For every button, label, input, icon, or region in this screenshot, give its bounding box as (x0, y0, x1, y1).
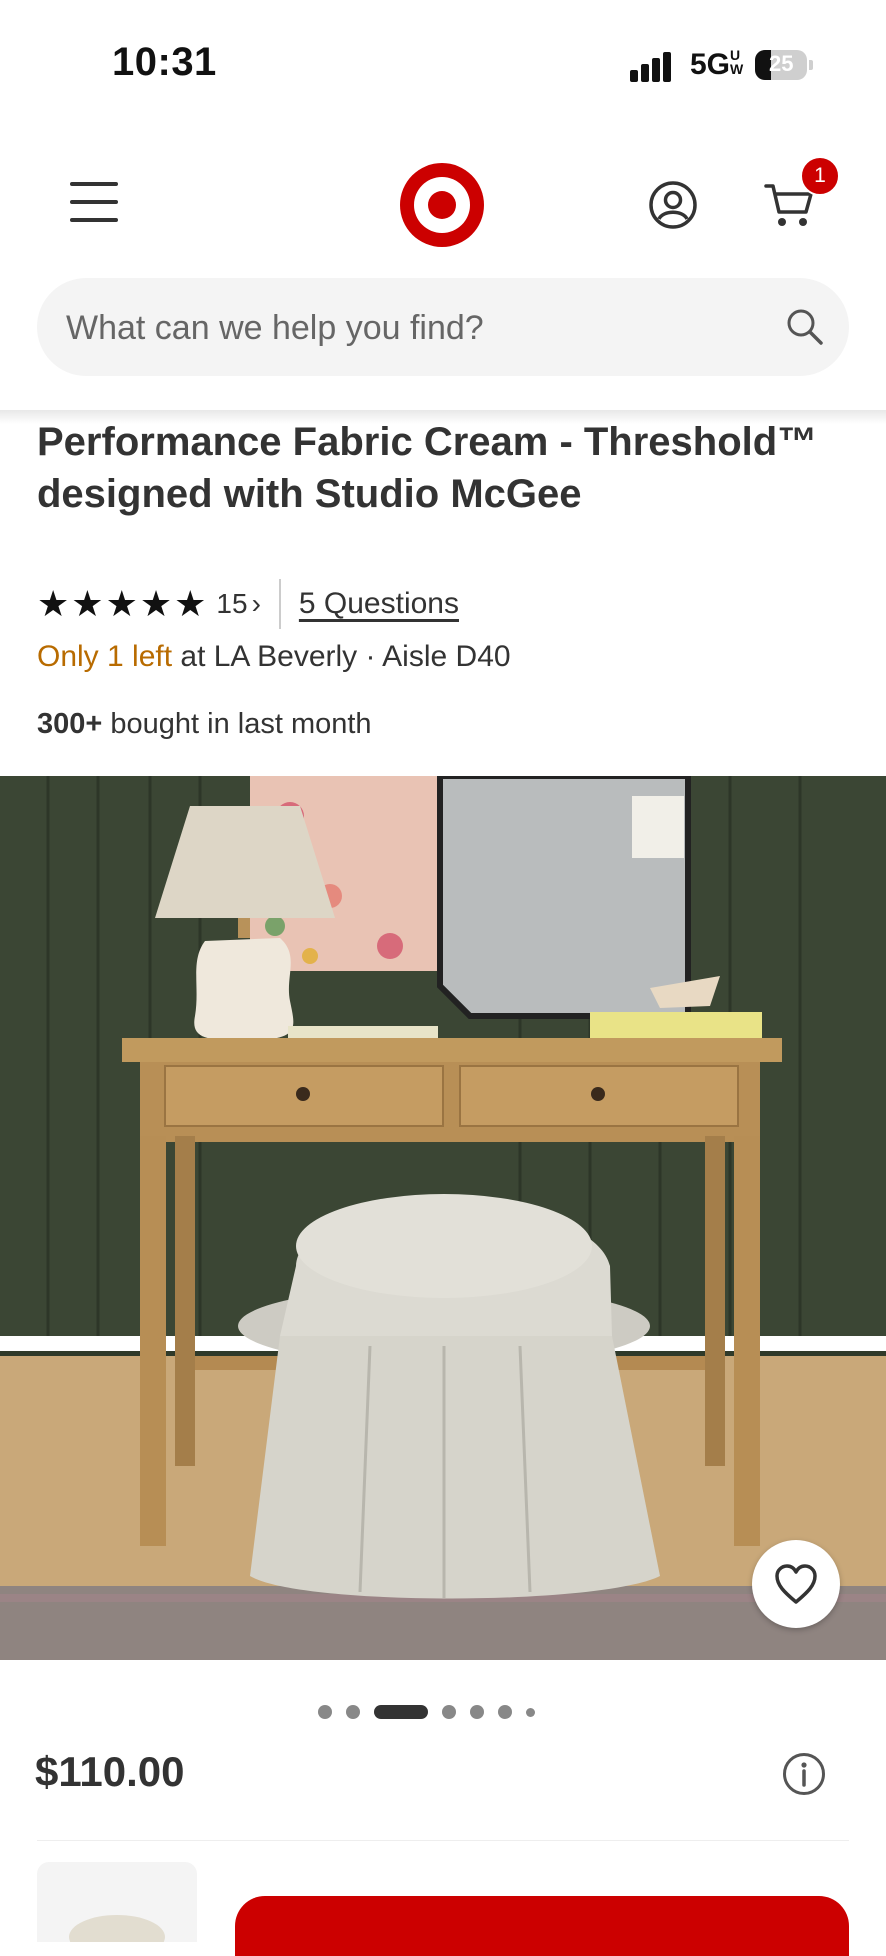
variant-thumbnail[interactable] (37, 1862, 197, 1942)
rating-row[interactable]: ★ ★ ★ ★ ★ 15 › 5 Questions (37, 579, 459, 629)
variant-thumbnail-image (69, 1915, 165, 1942)
bought-text: bought in last month (102, 708, 372, 740)
section-divider (37, 1840, 849, 1841)
rating-count[interactable]: 15 (216, 588, 247, 620)
carousel-dot[interactable] (470, 1705, 484, 1719)
stock-location: at LA Beverly · Aisle D40 (172, 640, 511, 673)
favorite-button[interactable] (752, 1540, 840, 1628)
bought-info: 300+ bought in last month (37, 708, 372, 741)
questions-link[interactable]: 5 Questions (299, 587, 459, 621)
stock-warning: Only 1 left (37, 640, 173, 673)
battery-tip (809, 60, 813, 70)
add-to-cart-button[interactable] (235, 1896, 849, 1956)
star-icon: ★ (105, 583, 138, 624)
heart-icon (775, 1564, 817, 1604)
bought-count: 300+ (37, 708, 103, 740)
product-image[interactable] (0, 776, 886, 1660)
info-icon[interactable] (782, 1752, 826, 1796)
carousel-dot[interactable] (318, 1705, 332, 1719)
search-icon[interactable] (785, 307, 825, 347)
stock-status: Only 1 left at LA Beverly · Aisle D40 (37, 640, 511, 674)
carousel-dot[interactable] (346, 1705, 360, 1719)
star-icon: ★ (71, 583, 104, 624)
star-icon: ★ (139, 583, 173, 624)
carousel-indicator[interactable] (318, 1704, 535, 1720)
chevron-right-icon[interactable]: › (252, 588, 261, 620)
divider (278, 579, 281, 629)
carousel-dot-active[interactable] (374, 1705, 428, 1719)
carousel-dot[interactable] (526, 1707, 535, 1717)
network-label: 5G (690, 48, 731, 81)
status-time: 10:31 (112, 40, 217, 84)
cart-count-badge: 1 (800, 156, 840, 196)
product-price: $110.00 (35, 1748, 185, 1795)
search-input[interactable] (64, 278, 768, 378)
star-icon: ★ (37, 583, 70, 624)
cellular-signal-icon (630, 52, 672, 82)
product-photo (0, 776, 886, 1660)
network-sub-label: UW (730, 47, 744, 77)
star-rating[interactable]: ★ ★ ★ ★ ★ (37, 584, 206, 624)
carousel-dot[interactable] (498, 1705, 512, 1719)
battery-level: 25 (769, 51, 794, 76)
hamburger-menu-icon[interactable] (70, 182, 118, 222)
star-icon: ★ (174, 583, 207, 624)
target-logo[interactable] (400, 163, 484, 247)
account-icon[interactable] (648, 180, 698, 230)
carousel-dot[interactable] (442, 1705, 456, 1719)
battery-icon: 25 (755, 50, 807, 80)
network-type: 5GUW (690, 48, 744, 82)
search-bar[interactable] (37, 278, 849, 378)
product-title: Performance Fabric Cream - Threshold™ de… (37, 420, 818, 516)
